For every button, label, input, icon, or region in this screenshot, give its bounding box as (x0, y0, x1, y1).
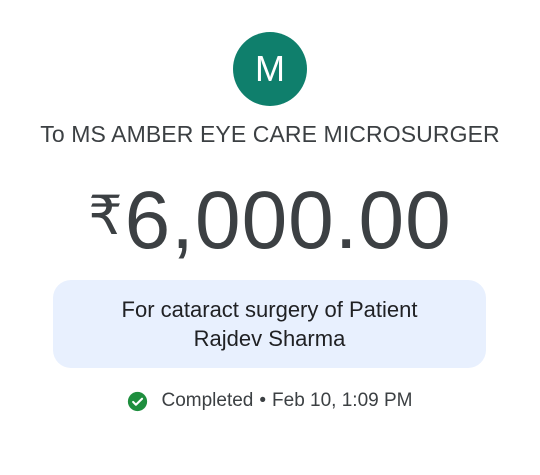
payment-note-text: For cataract surgery of Patient Rajdev S… (121, 297, 418, 351)
check-circle-bg (128, 391, 148, 411)
check-circle-icon (127, 391, 148, 412)
status-separator: • (259, 390, 267, 411)
payment-amount: ₹6,000.00 (0, 180, 540, 262)
recipient-name: To MS AMBER EYE CARE MICROSURGER (40, 121, 500, 147)
status-label: Completed (161, 390, 254, 411)
payer-avatar: M (233, 32, 307, 106)
payment-status: Completed • Feb 10, 1:09 PM (0, 390, 540, 412)
status-timestamp: Feb 10, 1:09 PM (272, 390, 413, 411)
currency-symbol: ₹ (88, 186, 123, 246)
amount-value: 6,000.00 (124, 175, 452, 266)
payment-note: For cataract surgery of Patient Rajdev S… (53, 280, 486, 368)
avatar-letter: M (255, 48, 285, 89)
